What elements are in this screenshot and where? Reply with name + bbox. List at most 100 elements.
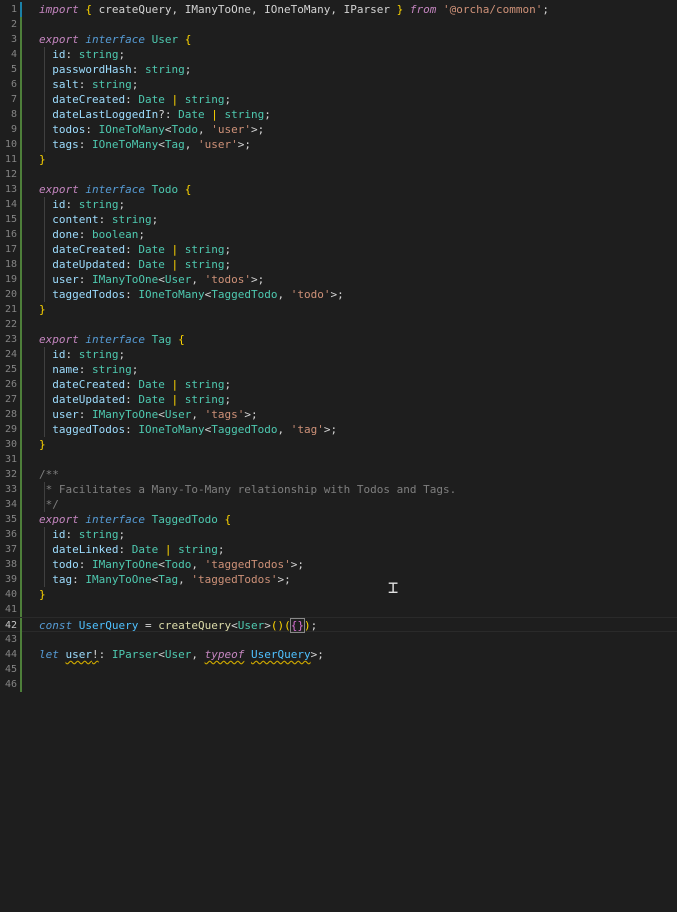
code-line[interactable]: 40} [0, 587, 677, 602]
code-line[interactable]: 8 dateLastLoggedIn?: Date | string; [0, 107, 677, 122]
code-line[interactable]: 46 [0, 677, 677, 692]
code-text: name: string; [39, 362, 138, 377]
git-change-marker[interactable] [20, 677, 22, 692]
git-change-marker[interactable] [20, 107, 22, 122]
code-token: Date [178, 108, 205, 121]
git-change-marker[interactable] [20, 167, 22, 182]
git-change-marker[interactable] [20, 287, 22, 302]
git-change-marker[interactable] [20, 62, 22, 77]
git-change-marker[interactable] [20, 347, 22, 362]
code-line[interactable]: 2 [0, 17, 677, 32]
code-line[interactable]: 3 export interface User { [0, 32, 677, 47]
git-change-marker[interactable] [20, 557, 22, 572]
git-change-marker[interactable] [20, 618, 22, 633]
code-line[interactable]: 7 dateCreated: Date | string; [0, 92, 677, 107]
git-change-marker[interactable] [20, 422, 22, 437]
code-line[interactable]: 39 tag: IManyToOne<Tag, 'taggedTodos'>; [0, 572, 677, 587]
git-change-marker[interactable] [20, 122, 22, 137]
code-line[interactable]: 41 [0, 602, 677, 617]
git-change-marker[interactable] [20, 497, 22, 512]
code-line[interactable]: 6 salt: string; [0, 77, 677, 92]
git-change-marker[interactable] [20, 542, 22, 557]
git-change-marker[interactable] [20, 2, 22, 17]
git-change-marker[interactable] [20, 602, 22, 617]
git-change-marker[interactable] [20, 257, 22, 272]
code-line[interactable]: 12 [0, 167, 677, 182]
git-change-marker[interactable] [20, 572, 22, 587]
code-line[interactable]: 17 dateCreated: Date | string; [0, 242, 677, 257]
git-change-marker[interactable] [20, 587, 22, 602]
code-line[interactable]: 15 content: string; [0, 212, 677, 227]
code-line[interactable]: 33 * Facilitates a Many-To-Many relation… [0, 482, 677, 497]
code-line[interactable]: 26 dateCreated: Date | string; [0, 377, 677, 392]
code-line[interactable]: 36 id: string; [0, 527, 677, 542]
code-line[interactable]: 20 taggedTodos: IOneToMany<TaggedTodo, '… [0, 287, 677, 302]
git-change-marker[interactable] [20, 662, 22, 677]
git-change-marker[interactable] [20, 182, 22, 197]
code-line[interactable]: 34 */ [0, 497, 677, 512]
git-change-marker[interactable] [20, 392, 22, 407]
code-line[interactable]: 37 dateLinked: Date | string; [0, 542, 677, 557]
code-line[interactable]: 38 todo: IManyToOne<Todo, 'taggedTodos'>… [0, 557, 677, 572]
git-change-marker[interactable] [20, 242, 22, 257]
git-change-marker[interactable] [20, 317, 22, 332]
git-change-marker[interactable] [20, 407, 22, 422]
git-change-marker[interactable] [20, 362, 22, 377]
git-change-marker[interactable] [20, 137, 22, 152]
git-change-marker[interactable] [20, 377, 22, 392]
git-change-marker[interactable] [20, 92, 22, 107]
git-change-marker[interactable] [20, 212, 22, 227]
code-line[interactable]: 18 dateUpdated: Date | string; [0, 257, 677, 272]
code-line[interactable]: 13 export interface Todo { [0, 182, 677, 197]
git-change-marker[interactable] [20, 227, 22, 242]
code-line[interactable]: 16 done: boolean; [0, 227, 677, 242]
code-line[interactable]: 27 dateUpdated: Date | string; [0, 392, 677, 407]
git-change-marker[interactable] [20, 47, 22, 62]
git-change-marker[interactable] [20, 632, 22, 647]
git-change-marker[interactable] [20, 302, 22, 317]
code-line[interactable]: 42 const UserQuery = createQuery<User>()(… [0, 617, 677, 633]
code-line[interactable]: 14 id: string; [0, 197, 677, 212]
code-line[interactable]: 1 import { createQuery, IManyToOne, IOneT… [0, 2, 677, 17]
code-line[interactable]: 23 export interface Tag { [0, 332, 677, 347]
line-number: 17 [4, 244, 17, 255]
git-change-marker[interactable] [20, 197, 22, 212]
code-line[interactable]: 4 id: string; [0, 47, 677, 62]
code-line[interactable]: 45 [0, 662, 677, 677]
git-change-marker[interactable] [20, 152, 22, 167]
line-number: 38 [4, 559, 17, 570]
code-editor[interactable]: 1 import { createQuery, IManyToOne, IOneT… [0, 0, 677, 912]
code-line[interactable]: 19 user: IManyToOne<User, 'todos'>; [0, 272, 677, 287]
git-change-marker[interactable] [20, 77, 22, 92]
code-line[interactable]: 21} [0, 302, 677, 317]
git-change-marker[interactable] [20, 647, 22, 662]
code-line[interactable]: 35 export interface TaggedTodo { [0, 512, 677, 527]
git-change-marker[interactable] [20, 527, 22, 542]
git-change-marker[interactable] [20, 17, 22, 32]
git-change-marker[interactable] [20, 452, 22, 467]
code-line[interactable]: 31 [0, 452, 677, 467]
git-change-marker[interactable] [20, 32, 22, 47]
code-line[interactable]: 25 name: string; [0, 362, 677, 377]
code-line[interactable]: 9 todos: IOneToMany<Todo, 'user'>; [0, 122, 677, 137]
code-line[interactable]: 11} [0, 152, 677, 167]
code-line[interactable]: 32 /** [0, 467, 677, 482]
code-line[interactable]: 28 user: IManyToOne<User, 'tags'>; [0, 407, 677, 422]
code-line[interactable]: 30} [0, 437, 677, 452]
git-change-marker[interactable] [20, 437, 22, 452]
code-line[interactable]: 43 [0, 632, 677, 647]
code-line[interactable]: 24 id: string; [0, 347, 677, 362]
git-change-marker[interactable] [20, 272, 22, 287]
git-change-marker[interactable] [20, 332, 22, 347]
git-change-marker[interactable] [20, 482, 22, 497]
git-change-marker[interactable] [20, 512, 22, 527]
git-change-marker[interactable] [20, 467, 22, 482]
code-line[interactable]: 44 let user!: IParser<User, typeof UserQu… [0, 647, 677, 662]
code-line[interactable]: 5 passwordHash: string; [0, 62, 677, 77]
code-line[interactable]: 29 taggedTodos: IOneToMany<TaggedTodo, '… [0, 422, 677, 437]
code-line[interactable]: 22 [0, 317, 677, 332]
code-token: id [52, 198, 66, 211]
code-line[interactable]: 10 tags: IOneToMany<Tag, 'user'>; [0, 137, 677, 152]
